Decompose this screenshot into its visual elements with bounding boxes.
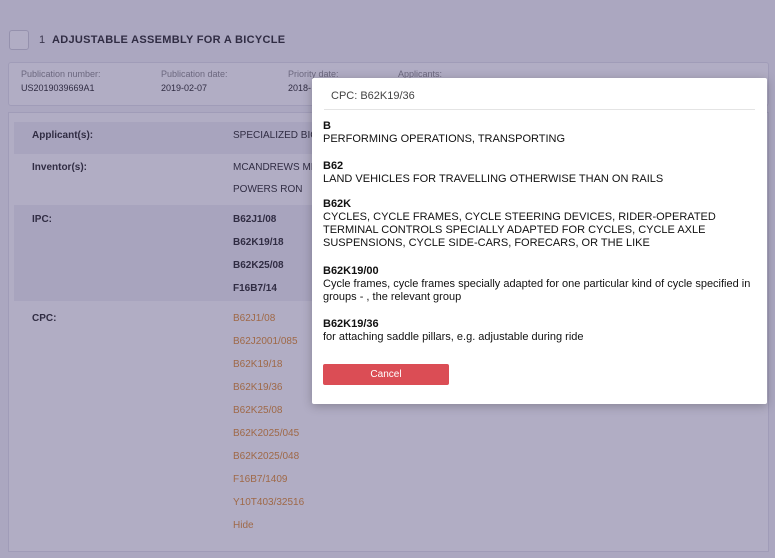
cpc-entry-description: CYCLES, CYCLE FRAMES, CYCLE STEERING DEV… [323, 211, 716, 249]
cpc-entry-description: PERFORMING OPERATIONS, TRANSPORTING [323, 133, 566, 145]
cpc-hierarchy-entry: B62K19/36 for attaching saddle pillars, … [323, 318, 757, 344]
cpc-entry-description: for attaching saddle pillars, e.g. adjus… [323, 331, 584, 343]
modal-divider [324, 109, 755, 110]
modal-title: CPC: B62K19/36 [331, 90, 415, 102]
cpc-hierarchy-entry: B PERFORMING OPERATIONS, TRANSPORTING [323, 120, 757, 146]
cpc-hierarchy-entry: B62K CYCLES, CYCLE FRAMES, CYCLE STEERIN… [323, 198, 757, 250]
cpc-entry-code: B [323, 120, 331, 132]
cpc-entry-code: B62K19/00 [323, 265, 379, 277]
cpc-entry-code: B62 [323, 160, 344, 172]
cpc-hierarchy-entry: B62K19/00 Cycle frames, cycle frames spe… [323, 265, 757, 304]
cpc-entry-code: B62K [323, 198, 352, 210]
cpc-entry-description: LAND VEHICLES FOR TRAVELLING OTHERWISE T… [323, 173, 664, 185]
cancel-button[interactable]: Cancel [323, 364, 449, 385]
cpc-modal: CPC: B62K19/36 B PERFORMING OPERATIONS, … [312, 78, 767, 404]
cpc-entry-code: B62K19/36 [323, 318, 379, 330]
cpc-hierarchy-entry: B62 LAND VEHICLES FOR TRAVELLING OTHERWI… [323, 160, 757, 186]
cpc-entry-description: Cycle frames, cycle frames specially ada… [323, 278, 751, 303]
